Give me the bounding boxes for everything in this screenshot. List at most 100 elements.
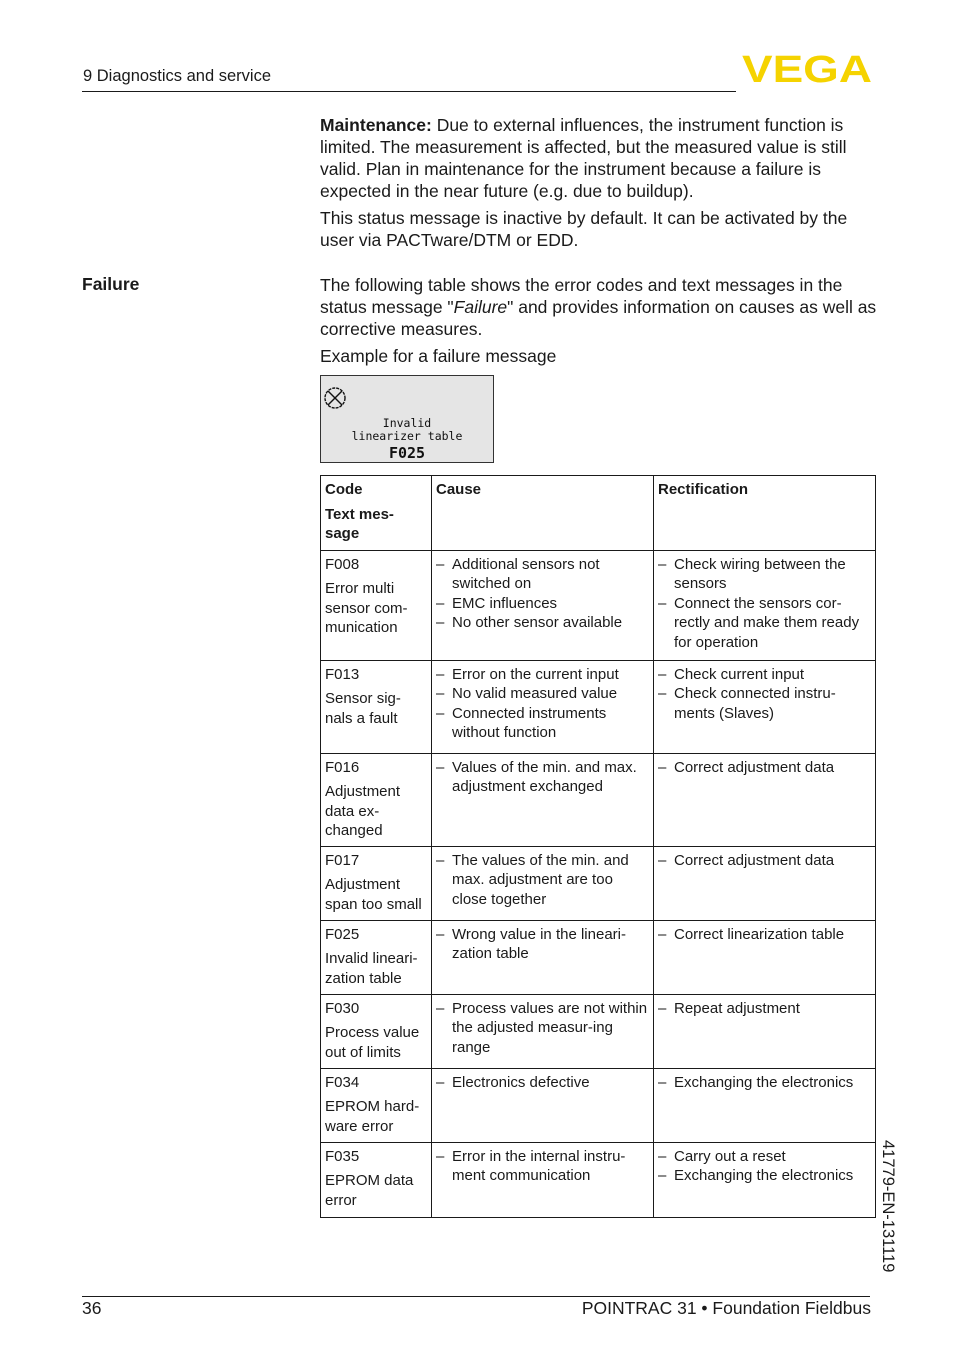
header-cause: Cause bbox=[431, 475, 654, 551]
code-cell: F013 Sensor sig-nals a fault bbox=[320, 659, 432, 754]
vega-logo: VEGA bbox=[742, 52, 872, 84]
footer-doc-title: POINTRAC 31 • Foundation Fieldbus bbox=[581, 1298, 871, 1318]
table-row: F035 EPROM data error Error in the interna… bbox=[320, 1141, 876, 1218]
error-code: F030 bbox=[325, 999, 360, 1017]
cause-item: Electronics defective bbox=[436, 1073, 649, 1093]
cause-item: The values of the min. and max. adjustme… bbox=[436, 851, 649, 910]
cause-list: Process values are not within the adjust… bbox=[436, 999, 649, 1058]
cause-cell: Wrong value in the lineari-zation table bbox=[431, 919, 654, 995]
cause-item: No valid measured value bbox=[436, 684, 649, 704]
example-caption: Example for a failure message bbox=[320, 346, 557, 366]
failure-side-label: Failure bbox=[82, 274, 140, 294]
rectification-list: Check wiring between the sensorsConnect … bbox=[658, 555, 871, 653]
cause-cell: Error in the internal instru-ment commun… bbox=[431, 1141, 654, 1218]
maintenance-note: This status message is inactive by defau… bbox=[320, 208, 848, 250]
rectification-cell: Correct adjustment data bbox=[653, 845, 876, 921]
display-line-2: linearizer table bbox=[351, 429, 463, 443]
cause-list: Electronics defective bbox=[436, 1073, 649, 1093]
table-row: F034 EPROM hard-ware error Electronics def… bbox=[320, 1067, 876, 1143]
text-message: Error multi sensor com-munication bbox=[325, 580, 408, 636]
error-code: F025 bbox=[325, 925, 360, 943]
rectification-item: Correct adjustment data bbox=[658, 851, 871, 871]
error-code: F013 bbox=[325, 665, 360, 683]
cause-item: Error in the internal instru-ment commun… bbox=[436, 1147, 649, 1186]
rectification-cell: Correct linearization table bbox=[653, 919, 876, 995]
cause-list: The values of the min. and max. adjustme… bbox=[436, 851, 649, 910]
header-code-label: Code bbox=[325, 481, 363, 498]
cause-list: Wrong value in the lineari-zation table bbox=[436, 925, 649, 964]
rectification-item: Repeat adjustment bbox=[658, 999, 871, 1019]
error-code: F016 bbox=[325, 758, 360, 776]
text-message: Invalid lineari-zation table bbox=[325, 950, 418, 987]
rectification-item: Carry out a reset bbox=[658, 1147, 871, 1167]
code-cell: F030 Process value out of limits bbox=[320, 993, 432, 1069]
table-row: F030 Process value out of limits Process v… bbox=[320, 993, 876, 1069]
rectification-item: Exchanging the electronics bbox=[658, 1166, 871, 1186]
rectification-item: Check current input bbox=[658, 665, 871, 685]
text-message: Process value out of limits bbox=[325, 1024, 420, 1061]
table-header-row: Code Text mes- sage Cause Rectification bbox=[320, 475, 876, 551]
rectification-item: Correct adjustment data bbox=[658, 758, 871, 778]
header-text-message-label: Text mes- sage bbox=[325, 505, 394, 543]
cause-item: Process values are not within the adjust… bbox=[436, 999, 649, 1058]
cause-cell: Error on the current inputNo valid measu… bbox=[431, 659, 654, 754]
error-code: F017 bbox=[325, 851, 360, 869]
header-code: Code Text mes- sage bbox=[320, 475, 432, 551]
rectification-list: Correct adjustment data bbox=[658, 851, 871, 871]
cause-item: Connected instruments without function bbox=[436, 704, 649, 743]
rectification-list: Check current inputCheck connected instr… bbox=[658, 665, 871, 724]
code-cell: F016 Adjustment data ex-changed bbox=[320, 752, 432, 847]
cause-list: Additional sensors not switched onEMC in… bbox=[436, 555, 649, 633]
failure-table: Code Text mes- sage Cause Rectification … bbox=[320, 475, 876, 1218]
cause-list: Values of the min. and max. adjustment e… bbox=[436, 758, 649, 797]
cause-list: Error in the internal instru-ment commun… bbox=[436, 1147, 649, 1186]
text-message: Adjustment data ex-changed bbox=[325, 783, 401, 839]
error-code: F035 bbox=[325, 1147, 360, 1165]
cause-item: Values of the min. and max. adjustment e… bbox=[436, 758, 649, 797]
code-cell: F017 Adjustment span too small bbox=[320, 845, 432, 921]
maintenance-paragraph: Maintenance: Due to external influences,… bbox=[320, 114, 880, 202]
code-cell: F008 Error multi sensor com-munication bbox=[320, 549, 432, 661]
table-row: F008 Error multi sensor com-munication Add… bbox=[320, 549, 876, 661]
display-code: F025 bbox=[388, 444, 426, 462]
display-line-1: Invalid bbox=[382, 416, 432, 430]
failure-cross-circle-icon bbox=[324, 387, 346, 409]
cause-cell: Values of the min. and max. adjustment e… bbox=[431, 752, 654, 847]
cause-item: Error on the current input bbox=[436, 665, 649, 685]
code-cell: F034 EPROM hard-ware error bbox=[320, 1067, 432, 1143]
table-row: F013 Sensor sig-nals a fault Error on the … bbox=[320, 659, 876, 754]
cause-item: Wrong value in the lineari-zation table bbox=[436, 925, 649, 964]
table-row: F016 Adjustment data ex-changed Values of … bbox=[320, 752, 876, 847]
rectification-list: Carry out a resetExchanging the electron… bbox=[658, 1147, 871, 1186]
header-rule bbox=[82, 91, 736, 92]
rectification-list: Exchanging the electronics bbox=[658, 1073, 871, 1093]
rectification-item: Connect the sensors cor-rectly and make … bbox=[658, 594, 871, 653]
rectification-list: Correct adjustment data bbox=[658, 758, 871, 778]
code-cell: F025 Invalid lineari-zation table bbox=[320, 919, 432, 995]
text-message: Sensor sig-nals a fault bbox=[325, 690, 401, 727]
text-message: Adjustment span too small bbox=[325, 876, 422, 913]
error-code: F008 bbox=[325, 555, 360, 573]
rectification-item: Exchanging the electronics bbox=[658, 1073, 871, 1093]
cause-item: No other sensor available bbox=[436, 613, 649, 633]
error-code: F034 bbox=[325, 1073, 360, 1091]
failure-intro: The following table shows the error code… bbox=[320, 274, 880, 340]
rectification-cell: Carry out a resetExchanging the electron… bbox=[653, 1141, 876, 1218]
rectification-item: Correct linearization table bbox=[658, 925, 871, 945]
rectification-list: Correct linearization table bbox=[658, 925, 871, 945]
cause-cell: Additional sensors not switched onEMC in… bbox=[431, 549, 654, 661]
rectification-cell: Check current inputCheck connected instr… bbox=[653, 659, 876, 754]
rectification-cell: Check wiring between the sensorsConnect … bbox=[653, 549, 876, 661]
page-number: 36 bbox=[82, 1298, 102, 1318]
table-row: F025 Invalid lineari-zation table Wrong va… bbox=[320, 919, 876, 995]
code-cell: F035 EPROM data error bbox=[320, 1141, 432, 1218]
logo-text: VEGA bbox=[742, 52, 872, 84]
rectification-cell: Correct adjustment data bbox=[653, 752, 876, 847]
header-section-title: 9 Diagnostics and service bbox=[83, 67, 272, 85]
table-row: F017 Adjustment span too small The values … bbox=[320, 845, 876, 921]
cause-cell: Process values are not within the adjust… bbox=[431, 993, 654, 1069]
cause-cell: Electronics defective bbox=[431, 1067, 654, 1143]
text-message: EPROM data error bbox=[325, 1172, 414, 1209]
rectification-list: Repeat adjustment bbox=[658, 999, 871, 1019]
display-example: Invalid linearizer table F025 bbox=[320, 375, 494, 463]
